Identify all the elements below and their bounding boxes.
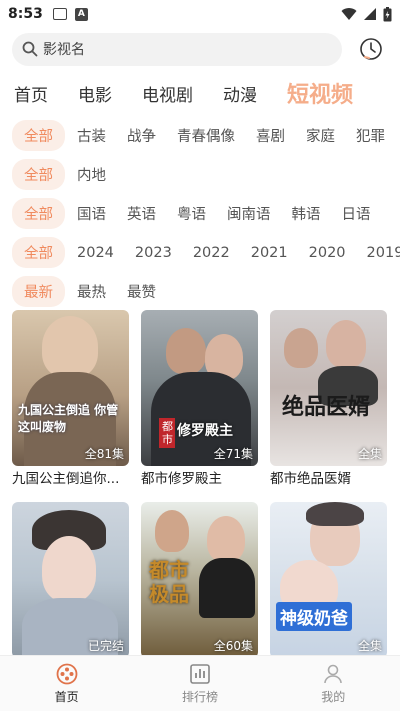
year-chip[interactable]: 2020	[309, 245, 346, 261]
poster-figure	[284, 328, 318, 368]
language-chip[interactable]: 日语	[342, 203, 371, 224]
status-badge: 已完结	[87, 639, 124, 653]
video-card[interactable]: 都市 修罗殿主 全71集 都市修罗殿主	[141, 310, 258, 502]
language-chip[interactable]: 韩语	[292, 203, 321, 224]
language-chip[interactable]: 闽南语	[227, 203, 271, 224]
sort-filter-row: 最新 最热 最赞	[12, 272, 400, 311]
sort-chip-hottest[interactable]: 最热	[77, 281, 106, 302]
episode-badge: 全集	[357, 639, 382, 653]
nav-home-label: 首页	[54, 689, 79, 704]
genre-chip[interactable]: 家庭	[306, 125, 335, 146]
language-chip-all[interactable]: 全部	[12, 198, 65, 229]
bottom-nav: 首页 排行榜 我的	[0, 655, 400, 711]
wifi-icon	[341, 8, 357, 20]
episode-badge: 全60集	[213, 639, 253, 653]
year-chip[interactable]: 2021	[251, 245, 288, 261]
nav-ranking-label: 排行榜	[181, 689, 218, 704]
tab-tv-series[interactable]: 电视剧	[142, 81, 193, 106]
year-chip[interactable]: 2022	[193, 245, 230, 261]
video-title[interactable]: 都市绝品医婿	[270, 466, 387, 502]
poster-figure	[166, 328, 206, 374]
genre-chip[interactable]: 战争	[127, 125, 156, 146]
video-poster[interactable]: 绝品医婿 全集	[270, 310, 387, 466]
tab-home[interactable]: 首页	[14, 81, 48, 106]
poster-text: 都市极品	[149, 558, 189, 606]
poster-figure	[326, 320, 366, 368]
signal-icon	[364, 8, 376, 20]
poster-figure	[306, 502, 364, 526]
status-time: 8:53	[8, 6, 43, 22]
sort-chip-most-liked[interactable]: 最赞	[127, 281, 156, 302]
region-chip-all[interactable]: 全部	[12, 159, 65, 190]
user-icon	[324, 664, 343, 683]
genre-chip[interactable]: 古装	[77, 125, 106, 146]
search-input[interactable]: 影视名	[12, 32, 342, 66]
video-poster[interactable]: 都市 修罗殿主 全71集	[141, 310, 258, 466]
genre-chip[interactable]: 犯罪	[356, 125, 385, 146]
chart-icon	[190, 663, 210, 684]
video-poster[interactable]: 九国公主倒追 你管这叫废物 全81集	[12, 310, 129, 466]
nav-ranking[interactable]: 排行榜	[160, 663, 240, 705]
search-icon	[22, 41, 38, 57]
nav-profile[interactable]: 我的	[293, 663, 373, 705]
poster-figure	[207, 516, 245, 562]
year-chip[interactable]: 2024	[77, 245, 114, 261]
tab-short-video[interactable]: 短视频	[287, 77, 353, 109]
tab-anime[interactable]: 动漫	[223, 81, 257, 106]
poster-figure	[155, 510, 189, 552]
tab-movies[interactable]: 电影	[78, 81, 112, 106]
poster-text: 神级奶爸	[276, 602, 352, 631]
nav-home[interactable]: 首页	[27, 663, 107, 705]
language-chip[interactable]: 粤语	[177, 203, 206, 224]
poster-figure	[42, 316, 98, 378]
language-chip[interactable]: 英语	[127, 203, 156, 224]
poster-figure	[42, 536, 96, 602]
filter-panel: 全部 古装 战争 青春偶像 喜剧 家庭 犯罪 全部 内地 全部 国语 英语 粤语…	[0, 116, 400, 311]
video-poster[interactable]: 神级奶爸 全集	[270, 502, 387, 658]
image-notification-icon	[52, 8, 67, 20]
poster-text: 绝品医婿	[282, 394, 371, 420]
region-filter-row: 全部 内地	[12, 155, 400, 194]
genre-filter-row: 全部 古装 战争 青春偶像 喜剧 家庭 犯罪	[12, 116, 400, 155]
battery-icon	[383, 6, 392, 21]
status-bar: 8:53 A	[0, 0, 400, 28]
episode-badge: 全集	[357, 447, 382, 461]
video-card[interactable]: 绝品医婿 全集 都市绝品医婿	[270, 310, 387, 502]
genre-chip[interactable]: 青春偶像	[177, 125, 235, 146]
clock-icon	[360, 38, 382, 60]
year-chip[interactable]: 2019	[367, 245, 400, 261]
app-notification-icon: A	[74, 7, 88, 21]
poster-text: 九国公主倒追 你管这叫废物	[18, 403, 119, 434]
year-chip-all[interactable]: 全部	[12, 237, 65, 268]
episode-badge: 全71集	[213, 447, 253, 461]
video-grid: 九国公主倒追 你管这叫废物 全81集 九国公主倒追你... 都市 修罗殿主 全7…	[12, 310, 392, 694]
history-button[interactable]	[354, 32, 388, 66]
poster-tag: 都市	[159, 418, 175, 448]
episode-badge: 全81集	[84, 447, 124, 461]
poster-text: 修罗殿主	[177, 423, 233, 439]
film-reel-icon	[56, 663, 78, 684]
year-chip[interactable]: 2023	[135, 245, 172, 261]
video-poster[interactable]: 已完结	[12, 502, 129, 658]
language-filter-row: 全部 国语 英语 粤语 闽南语 韩语 日语	[12, 194, 400, 233]
language-chip[interactable]: 国语	[77, 203, 106, 224]
video-title[interactable]: 都市修罗殿主	[141, 466, 258, 502]
year-filter-row: 全部 2024 2023 2022 2021 2020 2019	[12, 233, 400, 272]
video-title[interactable]: 九国公主倒追你...	[12, 466, 129, 502]
video-poster[interactable]: 都市极品 全60集	[141, 502, 258, 658]
genre-chip-all[interactable]: 全部	[12, 120, 65, 151]
search-placeholder: 影视名	[43, 42, 85, 58]
sort-chip-latest[interactable]: 最新	[12, 276, 65, 307]
search-row: 影视名	[0, 28, 400, 70]
video-card[interactable]: 九国公主倒追 你管这叫废物 全81集 九国公主倒追你...	[12, 310, 129, 502]
category-tabs: 首页 电影 电视剧 动漫 短视频	[0, 70, 400, 116]
genre-chip[interactable]: 喜剧	[256, 125, 285, 146]
poster-figure	[199, 558, 255, 618]
region-chip[interactable]: 内地	[77, 164, 106, 185]
nav-profile-label: 我的	[321, 689, 346, 704]
